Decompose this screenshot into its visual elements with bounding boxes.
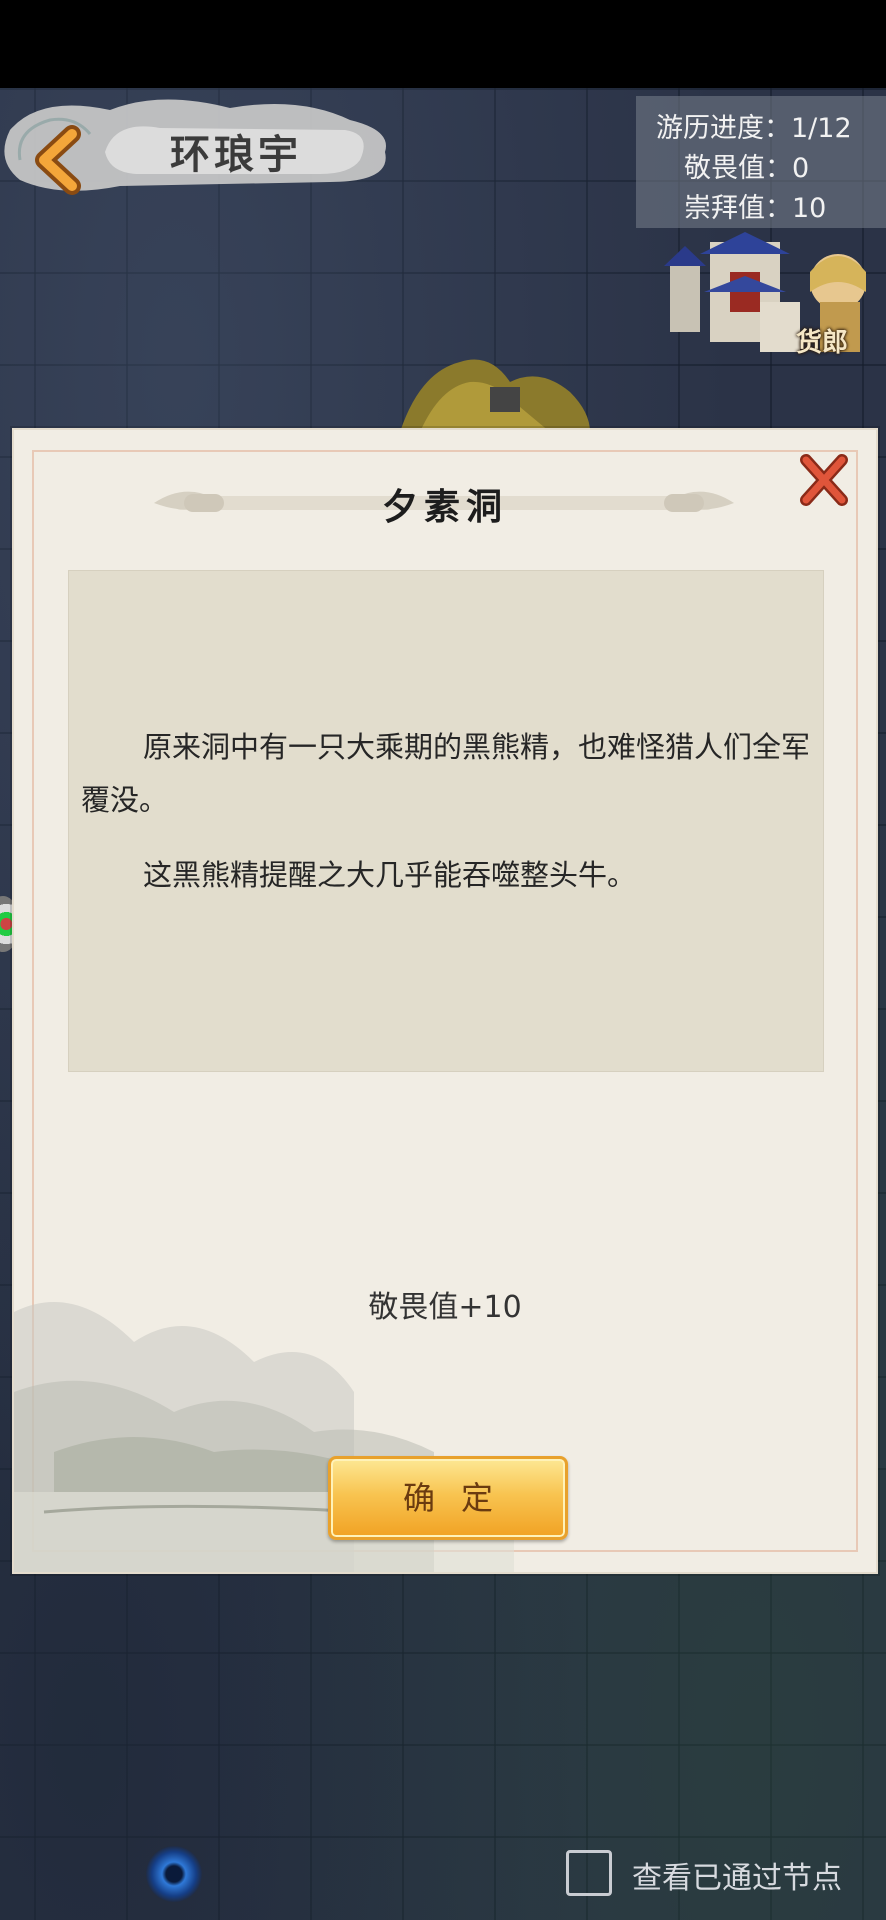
progress-label: 游历进度： [656, 113, 791, 144]
close-icon[interactable] [796, 452, 852, 508]
awe-label: 敬畏值： [684, 153, 792, 184]
portal-icon[interactable] [146, 1846, 202, 1902]
show-passed-nodes-checkbox[interactable] [566, 1850, 612, 1896]
reward-text: 敬畏值+10 [368, 1290, 522, 1325]
stats-panel: 游历进度：1/12 敬畏值：0 崇拜值：10 [636, 96, 886, 228]
merchant-label: 货郎 [796, 328, 849, 358]
worship-label: 崇拜值： [684, 193, 792, 224]
status-bar [0, 0, 886, 88]
story-text-box: 原来洞中有一只大乘期的黑熊精，也难怪猎人们全军覆没。 这黑熊精提醒之大几乎能吞噬… [68, 570, 824, 1072]
confirm-button[interactable]: 确定 [328, 1456, 568, 1540]
show-passed-nodes-label[interactable]: 查看已通过节点 [632, 1853, 842, 1897]
worship-stat: 崇拜值：10 [684, 186, 826, 225]
worship-value: 10 [792, 193, 827, 224]
story-paragraph-1: 原来洞中有一只大乘期的黑熊精，也难怪猎人们全军覆没。 [81, 730, 811, 817]
dialog-title: 夕素洞 [381, 486, 508, 528]
awe-stat: 敬畏值：0 [684, 146, 809, 185]
mountain-node-icon [400, 352, 590, 432]
story-paragraph-2: 这黑熊精提醒之大几乎能吞噬整头牛。 [143, 858, 637, 892]
close-button[interactable] [796, 452, 852, 508]
awe-value: 0 [792, 153, 810, 184]
progress-stat: 游历进度：1/12 [656, 106, 852, 145]
event-dialog: 夕素洞 原来洞中有一只大乘期的黑熊精，也难怪猎人们全军覆没。 这黑熊精提醒之大几… [12, 428, 878, 1574]
progress-value: 1/12 [791, 113, 852, 144]
location-title: 环琅宇 [170, 131, 302, 178]
